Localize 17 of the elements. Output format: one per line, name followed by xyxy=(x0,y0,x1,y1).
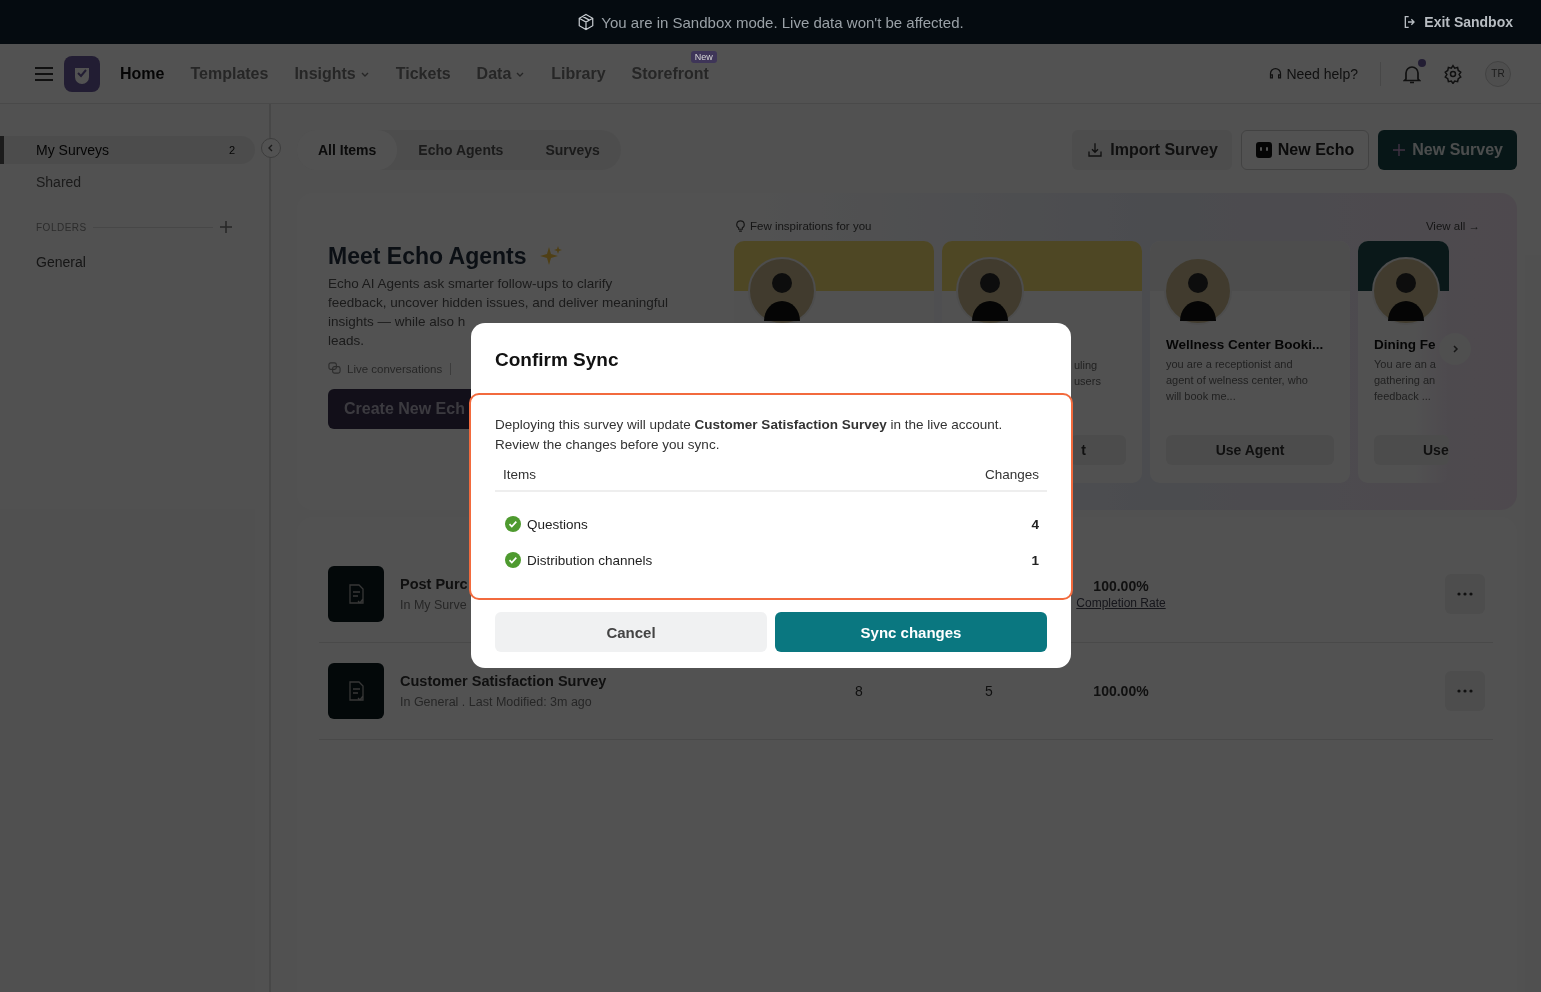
table-cell: Distribution channels xyxy=(527,552,653,568)
completion-rate: 100.00% xyxy=(1093,578,1149,594)
hero-title: Meet Echo Agents xyxy=(328,243,527,270)
dialog-message: Deploying this survey will update Customer Satisfaction Survey in the live account. Review the changes before you sync. xyxy=(495,416,1004,454)
card-title: Wellness Center Booki... xyxy=(1166,337,1325,352)
new-badge: New xyxy=(690,50,717,63)
card-title: Dining Fe xyxy=(1374,337,1437,352)
table-cell: 8 xyxy=(855,683,863,699)
table-cell: 4 xyxy=(1031,516,1039,532)
completion-rate: 100.00% xyxy=(1093,683,1149,699)
table-cell: Questions xyxy=(527,516,588,532)
sandbox-message: You are in Sandbox mode. Live data won't be affected. xyxy=(601,13,964,31)
column-header: Changes xyxy=(984,467,1039,482)
table-cell: 1 xyxy=(1031,552,1039,568)
dialog-title: Confirm Sync xyxy=(495,349,620,371)
column-header: Items xyxy=(503,467,536,482)
table-cell: 5 xyxy=(985,683,993,699)
